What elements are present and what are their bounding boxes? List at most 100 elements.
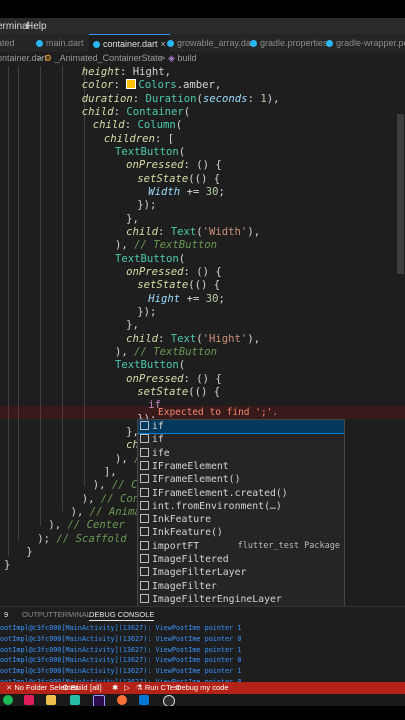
suggestion-item[interactable]: IFrameElement — [138, 460, 344, 473]
autocomplete-popup[interactable]: if if ife IFrameElement IFrameElement() IFram… — [137, 419, 345, 606]
code-token: child — [126, 225, 158, 238]
explorer-icon[interactable] — [46, 695, 56, 705]
code-token: }); — [137, 199, 157, 212]
code-token: color — [81, 79, 114, 92]
gear-icon: ⚙ — [62, 683, 71, 692]
code-token: += — [180, 292, 206, 305]
editor-tab[interactable]: container.dart × — [89, 34, 170, 52]
code-token: child — [92, 119, 125, 132]
code-token: setState — [137, 385, 189, 398]
suggestion-item[interactable]: int.fromEnvironment(…) — [138, 500, 344, 513]
premiere-icon[interactable] — [93, 695, 105, 706]
spotify-icon[interactable] — [3, 695, 13, 705]
suggestion-label: IFrameElement — [152, 460, 229, 472]
problems-count-badge[interactable]: 9 — [4, 610, 8, 619]
editor-tab-bar: ated main.dart container.dart× growable_arr… — [0, 34, 405, 52]
play-icon[interactable]: ▷ — [124, 683, 130, 692]
suggestion-item[interactable]: ImageFilterEngineLayer — [138, 593, 344, 606]
code-line: height: Hight, — [82, 66, 171, 79]
breadcrumb-class[interactable]: ⚙ _Animated_ContainerState — [44, 53, 163, 64]
code-line: child: Container( — [82, 106, 190, 119]
suggestion-item[interactable]: if — [138, 433, 344, 446]
code-token: onPressed — [126, 265, 184, 278]
code-token: // Center — [67, 519, 125, 532]
tab-output[interactable]: OUTPUT — [22, 610, 53, 619]
tab-terminal[interactable]: TERMINAL — [53, 610, 91, 619]
editor-tab[interactable]: gradle-wrapper.pe — [326, 34, 405, 52]
symbol-icon — [140, 474, 149, 484]
target-all[interactable]: [all] — [90, 683, 102, 692]
breadcrumb-method[interactable]: ◈ build — [168, 53, 196, 64]
breadcrumb: ontainer.dart > ⚙ _Animated_ContainerSta… — [0, 52, 405, 66]
symbol-icon — [140, 447, 149, 457]
code-line: child: Text('Width'), — [126, 226, 260, 239]
editor-tab[interactable]: gradle.properties — [250, 34, 328, 52]
code-token: : Hight, — [119, 66, 171, 78]
code-line: Hight += 30; — [148, 293, 225, 306]
tab-label: gradle.properties — [260, 38, 328, 48]
code-line: child: Text('Hight'), — [126, 333, 260, 346]
code-line: child: Column( — [93, 119, 182, 132]
code-token: // Scaffold — [56, 532, 127, 545]
suggestion-item[interactable]: ife — [138, 447, 344, 460]
vscode-insiders-icon[interactable] — [70, 695, 80, 705]
log-line: ootImpl@c3fc000[MainActivity](13627): Vi… — [0, 634, 242, 643]
suggestion-item[interactable]: IFrameElement.created() — [138, 487, 344, 500]
vscode-window: Terminal Help ated main.dart container.dar… — [0, 18, 405, 706]
suggestion-item[interactable]: ImageFilterLayer — [138, 566, 344, 579]
menu-help[interactable]: Help — [26, 21, 47, 32]
code-line: } — [26, 546, 32, 559]
code-token: } — [4, 559, 11, 572]
code-line: TextButton( — [115, 253, 185, 266]
code-token: Colors — [138, 79, 177, 92]
suggestion-item[interactable]: ImageFiltered — [138, 553, 344, 566]
code-token: : — [124, 119, 138, 132]
editor-tab[interactable]: main.dart — [36, 34, 84, 52]
suggestion-item[interactable]: InkFeature() — [138, 526, 344, 539]
code-line: setState(() { — [137, 173, 220, 186]
suggestion-item[interactable]: if — [138, 420, 344, 435]
close-icon[interactable]: × — [161, 35, 166, 52]
suggestion-label: importFT — [152, 540, 200, 552]
code-token: ), — [115, 239, 135, 252]
code-token: ); — [37, 532, 57, 545]
suggestion-item[interactable]: ImageFilter — [138, 580, 344, 593]
menu-bar: Terminal Help — [0, 18, 405, 34]
code-token: ( — [178, 145, 186, 158]
firefox-icon[interactable] — [117, 695, 127, 705]
tab-debug-console[interactable]: DEBUG CONSOLE — [89, 610, 155, 621]
os-taskbar — [0, 694, 405, 706]
suggestion-label: ImageFilterLayer — [152, 567, 247, 579]
code-token: ( — [178, 252, 186, 265]
editor-tab[interactable]: ated — [0, 34, 15, 52]
build-button[interactable]: ⚙ Build — [62, 683, 88, 692]
editor-scrollbar[interactable] — [397, 114, 404, 274]
suggestion-item[interactable]: InkFeature — [138, 513, 344, 526]
dart-file-icon — [36, 39, 43, 47]
suggestion-label: ImageFilter — [152, 580, 217, 592]
code-token: Text — [170, 332, 197, 345]
slack-icon[interactable] — [24, 695, 34, 705]
breadcrumb-sep: > — [37, 53, 43, 63]
code-line: } — [4, 559, 10, 572]
code-line: }); — [137, 306, 156, 319]
vscode-icon[interactable] — [139, 695, 149, 705]
code-token: : — [113, 105, 127, 118]
indent-guide — [84, 66, 85, 486]
code-token: : — [113, 79, 127, 92]
tab-label: gradle-wrapper.pe — [336, 38, 405, 48]
debug-my-code[interactable]: Debug my code — [176, 683, 229, 692]
tab-label: container.dart — [103, 39, 158, 49]
run-ctest-button[interactable]: ⚗ Run CTest — [136, 683, 180, 692]
suggestion-label: ife — [152, 447, 170, 459]
code-token: Text — [170, 225, 197, 238]
bug-icon[interactable]: ✱ — [112, 683, 118, 692]
code-token: ), — [48, 519, 68, 532]
suggestion-item[interactable]: importFT flutter_test Package — [138, 540, 344, 553]
suggestion-item[interactable]: IFrameElement() — [138, 473, 344, 486]
code-token: Width — [148, 185, 181, 198]
obs-icon[interactable] — [163, 695, 175, 706]
code-editor[interactable]: height: Hight, color: Colors.amber, durati… — [0, 66, 405, 606]
code-token: Column — [137, 119, 176, 132]
editor-tab[interactable]: growable_array.dart — [167, 34, 256, 52]
